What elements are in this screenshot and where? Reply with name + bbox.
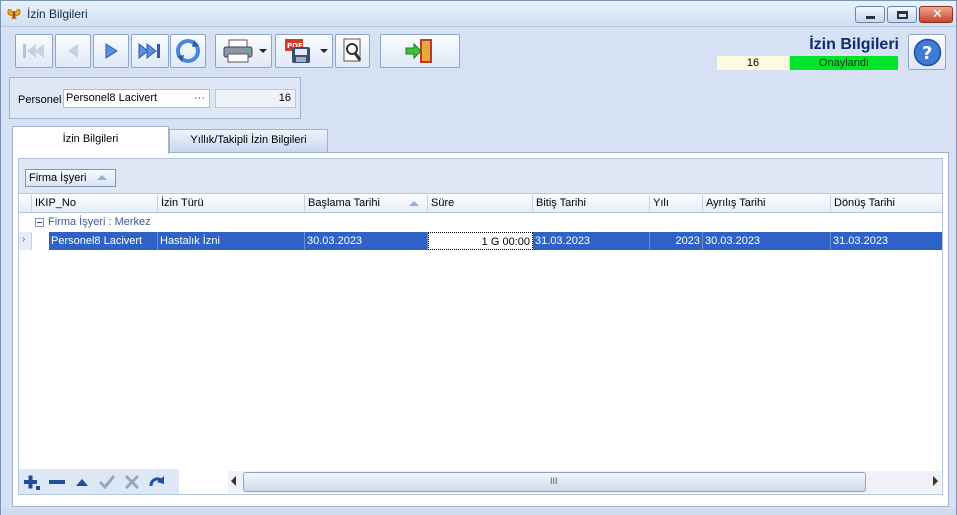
- preview-search-icon: [343, 38, 361, 62]
- row-indicator: ›: [19, 232, 32, 250]
- tab-izin-bilgileri[interactable]: İzin Bilgileri: [12, 126, 169, 154]
- next-record-icon: [105, 43, 118, 59]
- cell-donus-tarihi[interactable]: 31.03.2023: [831, 232, 942, 250]
- bottom-edge: [1, 509, 956, 515]
- print-dropdown-icon[interactable]: [259, 49, 267, 53]
- window-title: İzin Bilgileri: [27, 7, 88, 21]
- exit-button[interactable]: [380, 34, 460, 68]
- indicator-header: [19, 195, 32, 213]
- minimize-button[interactable]: [855, 6, 885, 23]
- cell-bitis-tarihi[interactable]: 31.03.2023: [533, 232, 650, 250]
- pdf-export-button[interactable]: PDF: [275, 34, 333, 68]
- cell-ikip-no[interactable]: Personel8 Lacivert: [49, 232, 158, 250]
- help-button[interactable]: ?: [908, 34, 946, 70]
- window: İzin Bilgileri ✕ PDF İzin Bilgileri 16 O…: [0, 0, 957, 515]
- table-row[interactable]: › Personel8 Lacivert Hastalık İzni 30.03…: [19, 232, 942, 250]
- minimize-icon: [866, 16, 875, 19]
- last-record-button[interactable]: [131, 34, 169, 68]
- data-grid: Firma İşyeri IKIP_No İzin Türü Başlama T…: [18, 158, 943, 495]
- group-by-chip[interactable]: Firma İşyeri: [25, 169, 116, 187]
- group-row-label: Firma İşyeri : Merkez: [48, 216, 151, 228]
- record-id: 16: [717, 56, 789, 70]
- previous-record-button[interactable]: [55, 34, 91, 68]
- scroll-left-icon[interactable]: [231, 476, 236, 486]
- sort-ascending-icon: [97, 175, 107, 180]
- refresh-button[interactable]: [170, 34, 206, 68]
- tab-yillik-takipli[interactable]: Yıllık/Takipli İzin Bilgileri: [169, 129, 328, 152]
- personel-panel: Personel Personel8 Lacivert ··· 16: [9, 77, 301, 119]
- column-header-izin-turu[interactable]: İzin Türü: [158, 195, 305, 213]
- cross-icon: [124, 474, 140, 490]
- pdf-dropdown-icon[interactable]: [320, 49, 328, 53]
- personel-id-field: 16: [215, 89, 296, 108]
- delete-record-button[interactable]: [48, 473, 66, 491]
- first-record-icon: [23, 44, 44, 58]
- group-row[interactable]: Firma İşyeri : Merkez: [19, 214, 942, 232]
- cell-ayrilis-tarihi[interactable]: 30.03.2023: [703, 232, 831, 250]
- group-by-label: Firma İşyeri: [29, 172, 87, 184]
- maximize-icon: [897, 11, 908, 19]
- cell-yili[interactable]: 2023: [650, 232, 703, 250]
- refresh-icon: [176, 39, 200, 63]
- help-glyph: ?: [922, 43, 932, 64]
- cell-baslama-tarihi[interactable]: 30.03.2023: [305, 232, 428, 250]
- collapse-group-icon[interactable]: [35, 218, 44, 227]
- close-icon: ✕: [932, 7, 943, 22]
- append-record-button[interactable]: [23, 473, 41, 491]
- minus-icon: [49, 480, 65, 484]
- column-header-ikip-no[interactable]: IKIP_No: [32, 195, 158, 213]
- cancel-edit-button[interactable]: [123, 473, 141, 491]
- last-record-icon: [138, 42, 160, 60]
- preview-button[interactable]: [335, 34, 370, 68]
- ellipsis-button[interactable]: ···: [194, 90, 205, 107]
- scroll-grip: III: [550, 476, 558, 486]
- exit-door-icon: [405, 39, 432, 63]
- column-header-row: IKIP_No İzin Türü Başlama Tarihi Süre Bi…: [19, 195, 942, 213]
- column-header-ayrilis-tarihi[interactable]: Ayrılış Tarihi: [703, 195, 831, 213]
- butterfly-app-icon: [7, 9, 21, 20]
- column-header-donus-tarihi[interactable]: Dönüş Tarihi: [831, 195, 942, 213]
- checkmark-icon: [98, 475, 116, 490]
- horizontal-scrollbar[interactable]: III: [228, 471, 941, 493]
- close-button[interactable]: ✕: [919, 6, 953, 23]
- title-bar: İzin Bilgileri ✕: [1, 1, 956, 27]
- personel-label: Personel: [18, 94, 62, 106]
- maximize-button[interactable]: [887, 6, 917, 23]
- edit-record-button[interactable]: [73, 473, 91, 491]
- column-header-baslama-tarihi[interactable]: Başlama Tarihi: [305, 195, 428, 213]
- row-indent: [32, 232, 49, 250]
- column-header-bitis-tarihi[interactable]: Bitiş Tarihi: [533, 195, 650, 213]
- row-focus-icon: ›: [22, 234, 26, 245]
- sort-ascending-icon: [409, 201, 419, 206]
- print-button[interactable]: [215, 34, 272, 68]
- personel-lookup-field[interactable]: Personel8 Lacivert ···: [63, 89, 210, 108]
- column-header-sure[interactable]: Süre: [428, 195, 533, 213]
- plus-icon: [24, 475, 40, 490]
- next-record-button[interactable]: [93, 34, 129, 68]
- up-triangle-icon: [76, 479, 88, 486]
- grid-navigator: [19, 469, 179, 494]
- cell-izin-turu[interactable]: Hastalık İzni: [158, 232, 305, 250]
- help-icon: ?: [913, 38, 942, 67]
- pdf-export-icon: PDF: [285, 39, 311, 63]
- page-title: İzin Bilgileri: [809, 36, 899, 53]
- status-badge: Onaylandı: [790, 56, 898, 70]
- scroll-right-icon[interactable]: [933, 476, 938, 486]
- tab-page: Firma İşyeri IKIP_No İzin Türü Başlama T…: [12, 152, 949, 507]
- personel-value: Personel8 Lacivert: [66, 92, 158, 104]
- print-icon: [223, 39, 253, 63]
- refresh-data-button[interactable]: [148, 473, 166, 491]
- scroll-thumb[interactable]: III: [243, 472, 866, 492]
- cell-sure[interactable]: 1 G 00:00: [428, 232, 533, 250]
- first-record-button[interactable]: [15, 34, 53, 68]
- post-edit-button[interactable]: [98, 473, 116, 491]
- baslama-tarihi-label: Başlama Tarihi: [308, 197, 380, 209]
- redo-arrow-icon: [149, 476, 164, 487]
- column-header-yili[interactable]: Yılı: [650, 195, 703, 213]
- group-by-panel: Firma İşyeri: [19, 159, 942, 194]
- previous-record-icon: [68, 44, 78, 58]
